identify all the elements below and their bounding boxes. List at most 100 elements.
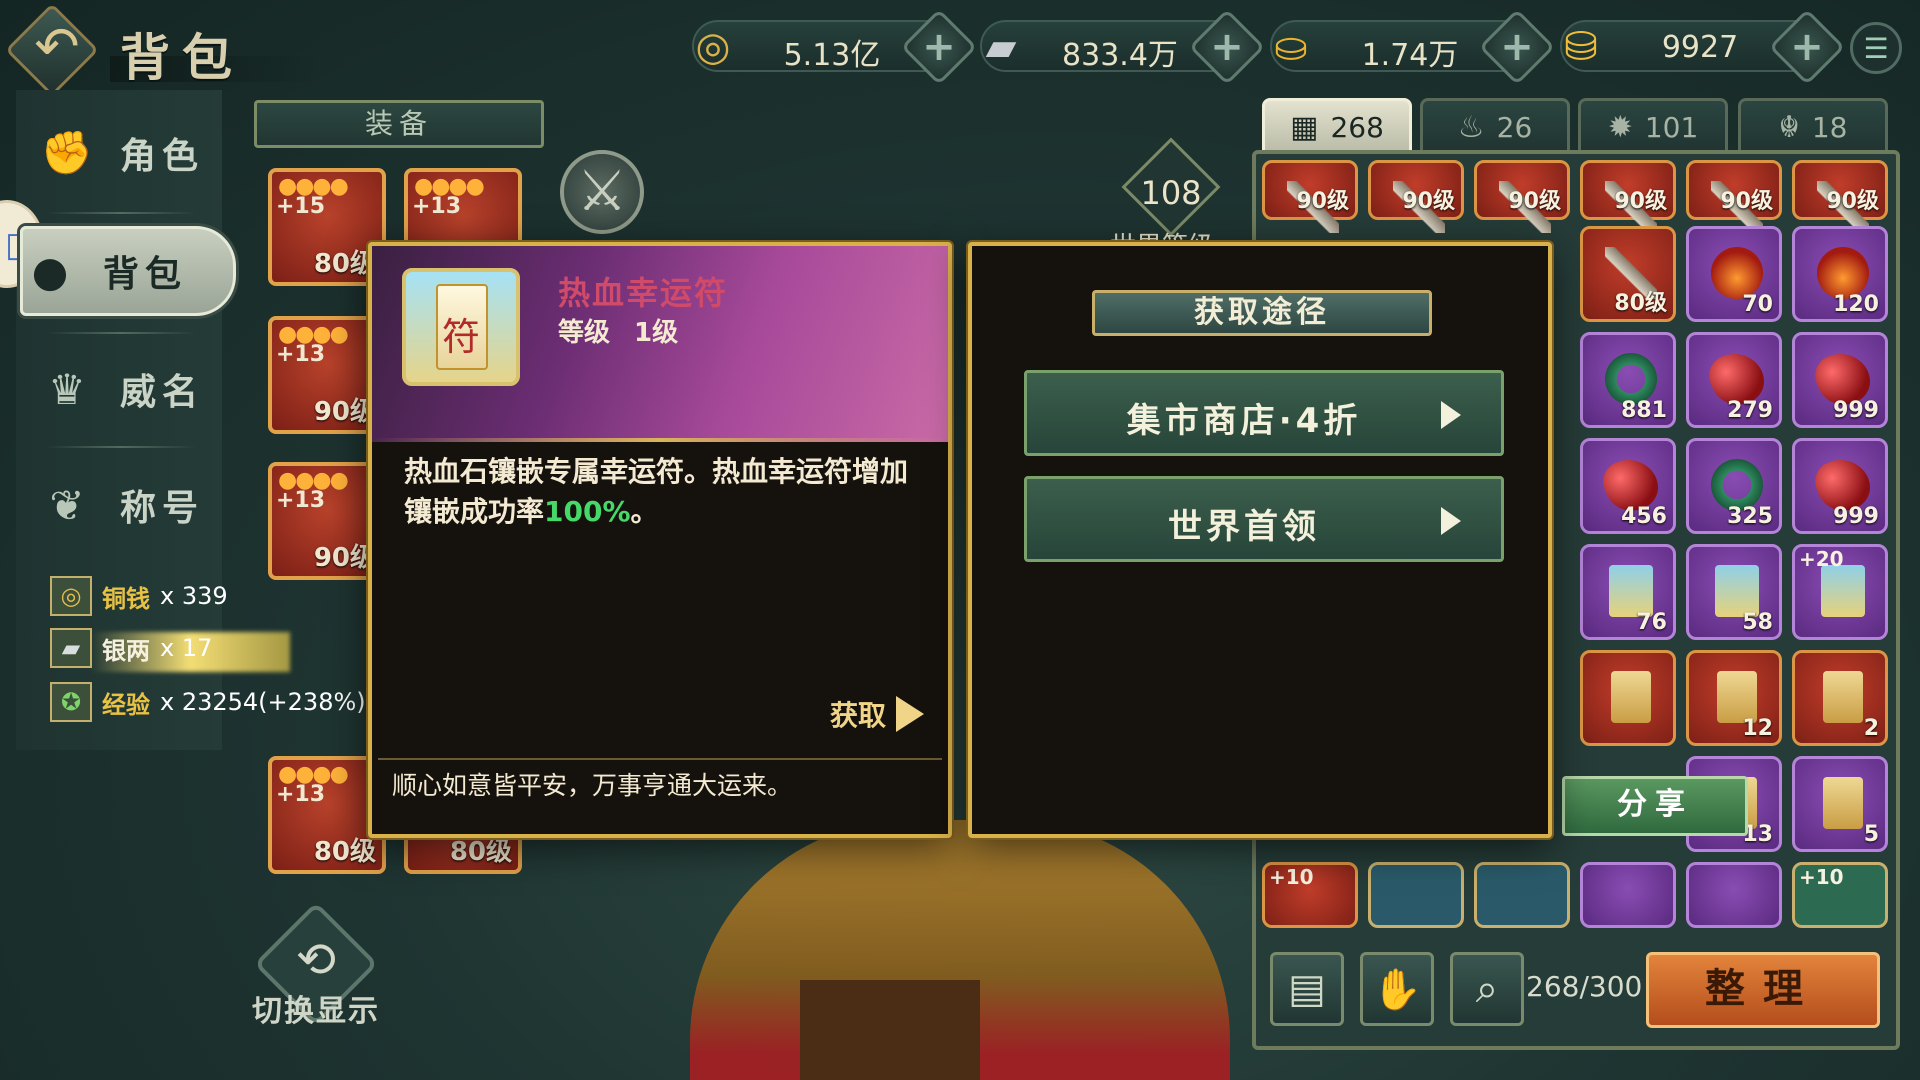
inventory-cell[interactable]: 279 xyxy=(1686,332,1782,428)
cell-count: 999 xyxy=(1833,398,1879,423)
item-level: 90级 xyxy=(313,543,376,573)
inventory-cell[interactable]: 999 xyxy=(1792,438,1888,534)
sidebar-item-label: 背包 xyxy=(103,254,188,295)
grid-icon: ▦ xyxy=(1290,109,1319,145)
amulet-icon xyxy=(1821,565,1865,617)
switch-display-label: 切换显示 xyxy=(252,994,380,1029)
search-button[interactable]: ⌕ xyxy=(1450,952,1524,1026)
inventory-cell[interactable]: 881 xyxy=(1580,332,1676,428)
inventory-cell[interactable]: +20 xyxy=(1792,544,1888,640)
item-tooltip-panel: 热血幸运符 等级 1级 热血石镶嵌专属幸运符。热血幸运符增加镶嵌成功率100%。… xyxy=(368,242,952,838)
inventory-cell[interactable]: 456 xyxy=(1580,438,1676,534)
plus-icon: + xyxy=(1500,24,1534,70)
add-copper-button[interactable]: + xyxy=(900,8,978,86)
inventory-cell[interactable]: 5 xyxy=(1792,756,1888,852)
inventory-cell[interactable]: 999 xyxy=(1792,332,1888,428)
inventory-cell[interactable] xyxy=(1368,862,1464,928)
cell-count: 120 xyxy=(1833,292,1879,317)
add-gold-button[interactable]: + xyxy=(1478,8,1556,86)
sidebar-item-fame[interactable]: ♛ 威名 xyxy=(40,344,220,434)
source-market-shop[interactable]: 集市商店·4折 xyxy=(1024,370,1504,456)
inventory-cell[interactable]: 90级 xyxy=(1474,160,1570,233)
sort-button[interactable]: 整理 xyxy=(1646,952,1880,1028)
source-world-boss[interactable]: 世界首领 xyxy=(1024,476,1504,562)
tab-pets[interactable]: ☬ 18 xyxy=(1738,98,1888,156)
item-level-label: 等级 xyxy=(558,318,611,348)
reward-count: x 23254(+238%) xyxy=(160,688,366,716)
sidebar-item-label: 角色 xyxy=(120,136,205,177)
silver-ingot-icon: ▰ xyxy=(50,628,92,668)
inventory-cell[interactable]: +10 xyxy=(1262,862,1358,928)
cell-count: 279 xyxy=(1727,398,1773,423)
get-item-button[interactable]: 获取 xyxy=(830,694,925,734)
play-arrow-icon xyxy=(1441,401,1461,429)
inventory-cell[interactable]: 58 xyxy=(1686,544,1782,640)
cell-count: 90级 xyxy=(1402,189,1455,214)
currency-value: 5.13亿 xyxy=(783,38,881,73)
inventory-cell[interactable]: 90级 xyxy=(1262,160,1358,233)
talisman-paper xyxy=(436,284,488,370)
inventory-cell[interactable]: 80级 xyxy=(1580,226,1676,322)
reward-name: 经验 xyxy=(102,690,150,719)
acquisition-panel: 获取途径 集市商店·4折 世界首领 xyxy=(968,242,1552,838)
hand-item-button[interactable]: ✋ xyxy=(1360,952,1434,1026)
gold-ingot-icon: ⛀ xyxy=(1274,24,1308,70)
inventory-cell[interactable]: 90级 xyxy=(1686,160,1782,233)
source-label: 集市商店·4折 xyxy=(1126,401,1362,441)
inventory-cell[interactable]: 76 xyxy=(1580,544,1676,640)
inventory-cell[interactable]: 120 xyxy=(1792,226,1888,322)
character-model-legs xyxy=(800,980,980,1080)
cell-count: 58 xyxy=(1742,610,1773,635)
storage-button[interactable]: ▤ xyxy=(1270,952,1344,1026)
sidebar-item-bag[interactable]: ● 背包 xyxy=(20,226,236,316)
inventory-cell[interactable]: 70 xyxy=(1686,226,1782,322)
crossed-swords-icon[interactable]: ⚔ xyxy=(560,150,644,234)
inventory-cell[interactable] xyxy=(1686,862,1782,928)
inventory-cell[interactable]: 90级 xyxy=(1368,160,1464,233)
inventory-cell[interactable]: 90级 xyxy=(1580,160,1676,233)
inventory-cell[interactable] xyxy=(1474,862,1570,928)
pet-icon: ☬ xyxy=(1778,109,1800,145)
equipment-tab[interactable]: 装备 xyxy=(254,100,544,148)
tab-count: 26 xyxy=(1496,110,1533,144)
add-yuanbao-button[interactable]: + xyxy=(1768,8,1846,86)
sidebar-item-title[interactable]: ❦ 称号 xyxy=(40,460,220,550)
tab-count: 268 xyxy=(1330,110,1384,144)
sidebar-item-role[interactable]: ✊ 角色 xyxy=(40,108,220,198)
inventory-cell[interactable] xyxy=(1580,650,1676,746)
silver-ingot-icon: ▰ xyxy=(985,24,1017,70)
inventory-cell[interactable] xyxy=(1580,862,1676,928)
share-button[interactable]: 分享 xyxy=(1562,776,1748,836)
cell-count: 5 xyxy=(1863,822,1879,847)
menu-list-icon[interactable]: ☰ xyxy=(1850,22,1902,74)
tab-materials[interactable]: ♨ 26 xyxy=(1420,98,1570,156)
tab-gems[interactable]: ✹ 101 xyxy=(1578,98,1728,156)
inventory-cell[interactable]: 12 xyxy=(1686,650,1782,746)
reward-exp: ✪ 经验 x 23254(+238%) xyxy=(50,682,366,722)
reward-name: 铜钱 xyxy=(102,584,150,613)
plus-icon: + xyxy=(1790,24,1824,70)
item-level: 80级 xyxy=(313,249,376,279)
scroll-icon xyxy=(1823,777,1863,829)
cell-count: 325 xyxy=(1727,504,1773,529)
currency-value: 9927 xyxy=(1661,30,1739,65)
enhance-level: +13 xyxy=(276,342,326,367)
enhance-level: +15 xyxy=(276,194,326,219)
inventory-cell[interactable]: 90级 xyxy=(1792,160,1888,233)
cell-count: 90级 xyxy=(1508,189,1561,214)
cell-count: 70 xyxy=(1742,292,1773,317)
inventory-cell[interactable]: +10 xyxy=(1792,862,1888,928)
back-arrow-icon: ↶ xyxy=(34,15,80,78)
desc-highlight: 100% xyxy=(544,495,631,528)
add-silver-button[interactable]: + xyxy=(1188,8,1266,86)
currency-value: 1.74万 xyxy=(1361,38,1459,73)
currency-gold: ⛀ 1.74万 + xyxy=(1270,8,1556,86)
cell-count: 2 xyxy=(1863,716,1879,741)
source-label: 世界首领 xyxy=(1168,507,1320,547)
divider xyxy=(46,332,196,334)
inventory-cell[interactable]: 325 xyxy=(1686,438,1782,534)
tab-all-items[interactable]: ▦ 268 xyxy=(1262,98,1412,156)
inventory-cell[interactable]: 2 xyxy=(1792,650,1888,746)
chest-icon: ▤ xyxy=(1288,966,1326,1012)
enhance-level: +13 xyxy=(276,782,326,807)
